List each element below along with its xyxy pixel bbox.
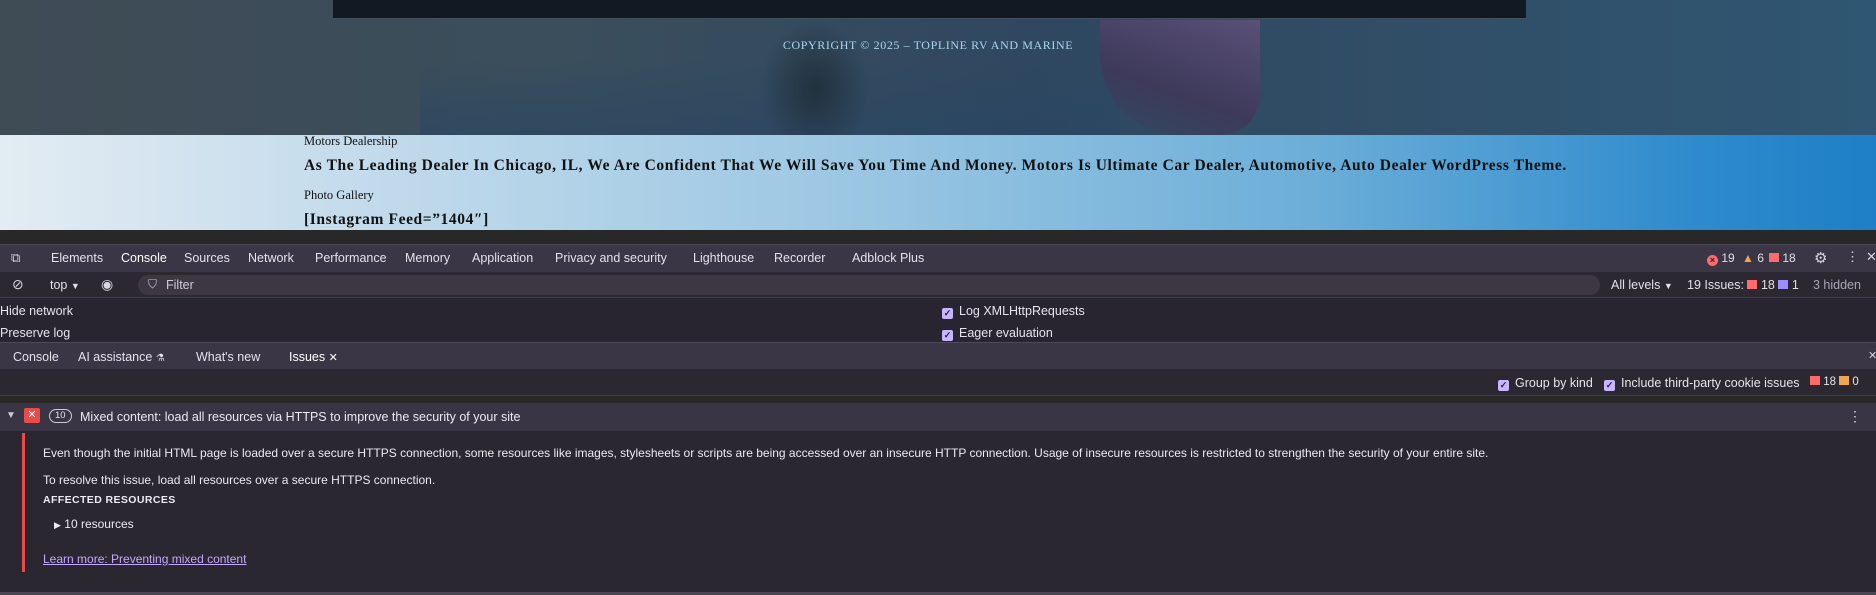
issue-header[interactable]: ▼ ✕ 10 Mixed content: load all resources… bbox=[0, 403, 1876, 431]
log-levels-dropdown[interactable]: All levels ▼ bbox=[1611, 278, 1673, 292]
console-toolbar: ⊘ top ▼ ◉ ⛉ Filter All levels ▼ 19 Issue… bbox=[0, 272, 1876, 298]
eager-evaluation-option[interactable]: ✓ Eager evaluation bbox=[942, 326, 1053, 341]
issue-severity-bar bbox=[22, 433, 25, 572]
footer-copyright: COPYRIGHT © 2025 – TOPLINE RV AND MARINE bbox=[782, 38, 1074, 52]
gallery-label: Photo Gallery bbox=[304, 188, 374, 202]
warning-icon: ▲ bbox=[1742, 251, 1754, 265]
page-viewport: COPYRIGHT © 2025 – TOPLINE RV AND MARINE… bbox=[0, 0, 1876, 230]
settings-gear-icon[interactable]: ⚙ bbox=[1814, 249, 1827, 267]
footer-background: COPYRIGHT © 2025 – TOPLINE RV AND MARINE bbox=[0, 0, 1876, 135]
tab-lighthouse[interactable]: Lighthouse bbox=[693, 251, 754, 265]
issue-count[interactable]: 18 bbox=[1769, 251, 1796, 265]
issue-kind-icon: ✕ bbox=[24, 408, 40, 423]
issue-flag-icon bbox=[1747, 280, 1758, 289]
filter-placeholder: Filter bbox=[166, 278, 194, 292]
issues-summary[interactable]: 19 Issues: 18 1 bbox=[1687, 278, 1799, 292]
chevron-down-icon: ▼ bbox=[70, 281, 80, 291]
issue-count-badge: 10 bbox=[49, 409, 72, 423]
group-by-kind-option[interactable]: ✓ Group by kind bbox=[1498, 376, 1593, 391]
close-devtools-icon[interactable]: ✕ bbox=[1866, 249, 1876, 265]
tab-application[interactable]: Application bbox=[472, 251, 533, 265]
live-expression-eye-icon[interactable]: ◉ bbox=[101, 276, 113, 293]
checkbox-checked-icon[interactable]: ✓ bbox=[1604, 380, 1615, 391]
learn-more-link[interactable]: Learn more: Preventing mixed content bbox=[43, 552, 246, 566]
affected-resources-toggle[interactable]: ▶ 10 resources bbox=[54, 517, 134, 531]
console-settings: Hide network Preserve log ✓ Log XMLHttpRe… bbox=[0, 298, 1876, 342]
info-flag-icon bbox=[1778, 280, 1789, 289]
drawer-tab-bar: Console AI assistance ⚗ What's new Issue… bbox=[0, 342, 1876, 371]
tagline: As The Leading Dealer In Chicago, IL, We… bbox=[304, 157, 1567, 174]
drawer-tab-ai-assistance[interactable]: AI assistance ⚗ bbox=[78, 350, 165, 364]
drawer-tab-whats-new[interactable]: What's new bbox=[196, 350, 260, 364]
checkbox-checked-icon[interactable]: ✓ bbox=[1498, 380, 1509, 391]
issue-description: Even though the initial HTML page is loa… bbox=[43, 446, 1489, 460]
footer-top-bar bbox=[333, 0, 1526, 19]
drawer-tab-issues[interactable]: Issues ✕ bbox=[279, 350, 346, 371]
issue-resolution: To resolve this issue, load all resource… bbox=[43, 473, 436, 487]
tab-memory[interactable]: Memory bbox=[405, 251, 450, 265]
error-icon: × bbox=[1707, 255, 1718, 266]
more-options-icon[interactable]: ⋮ bbox=[1846, 249, 1859, 265]
issue-flag-icon bbox=[1810, 376, 1820, 385]
chevron-down-icon: ▼ bbox=[1663, 281, 1673, 291]
close-drawer-icon[interactable]: ✕ bbox=[1868, 349, 1876, 362]
checkbox-checked-icon[interactable]: ✓ bbox=[942, 308, 953, 319]
close-tab-icon[interactable]: ✕ bbox=[329, 352, 338, 364]
issue-menu-icon[interactable]: ⋮ bbox=[1848, 408, 1862, 425]
context-selector[interactable]: top ▼ bbox=[50, 278, 80, 292]
warning-count[interactable]: ▲ 6 bbox=[1742, 251, 1764, 265]
expand-arrow-icon[interactable]: ▼ bbox=[6, 410, 16, 421]
content-section: Motors Dealership As The Leading Dealer … bbox=[0, 134, 1876, 230]
filter-input[interactable]: ⛉ Filter bbox=[138, 275, 1600, 295]
tab-network[interactable]: Network bbox=[248, 251, 294, 265]
flask-icon: ⚗ bbox=[155, 353, 165, 364]
drawer-tab-console[interactable]: Console bbox=[13, 350, 59, 364]
site-name: Motors Dealership bbox=[304, 134, 398, 148]
tab-sources[interactable]: Sources bbox=[184, 251, 230, 265]
tab-adblock-plus[interactable]: Adblock Plus bbox=[852, 251, 924, 265]
tab-privacy-security[interactable]: Privacy and security bbox=[555, 251, 667, 265]
device-toolbar-icon[interactable]: ⧉ bbox=[11, 250, 20, 266]
instagram-shortcode: [Instagram Feed=”1404″] bbox=[304, 211, 489, 228]
clear-console-icon[interactable]: ⊘ bbox=[12, 276, 24, 293]
issues-toolbar: ✓ Group by kind ✓ Include third-party cook… bbox=[0, 369, 1876, 396]
tab-recorder[interactable]: Recorder bbox=[774, 251, 825, 265]
devtools-tab-bar: ⧉ Elements Console Sources Network Perfo… bbox=[0, 244, 1876, 274]
affected-resources-heading: AFFECTED RESOURCES bbox=[43, 494, 176, 506]
issue-title: Mixed content: load all resources via HT… bbox=[80, 410, 521, 424]
warning-flag-icon bbox=[1839, 376, 1850, 385]
tab-performance[interactable]: Performance bbox=[315, 251, 387, 265]
error-count[interactable]: × 19 bbox=[1707, 251, 1735, 266]
filter-icon: ⛉ bbox=[148, 277, 158, 291]
preserve-log-option[interactable]: Preserve log bbox=[0, 326, 70, 340]
issue-flag-icon bbox=[1769, 253, 1779, 262]
tab-console[interactable]: Console bbox=[115, 251, 173, 274]
hidden-count: 3 hidden bbox=[1813, 278, 1861, 292]
hide-network-option[interactable]: Hide network bbox=[0, 304, 73, 318]
checkbox-checked-icon[interactable]: ✓ bbox=[942, 330, 953, 341]
third-party-cookie-option[interactable]: ✓ Include third-party cookie issues bbox=[1604, 376, 1800, 391]
log-xhr-option[interactable]: ✓ Log XMLHttpRequests bbox=[942, 304, 1085, 319]
tab-elements[interactable]: Elements bbox=[51, 251, 103, 265]
issue-details: Even though the initial HTML page is loa… bbox=[0, 431, 1876, 595]
expand-arrow-icon: ▶ bbox=[54, 520, 61, 530]
issues-toolbar-counts: 18 0 bbox=[1810, 376, 1859, 388]
